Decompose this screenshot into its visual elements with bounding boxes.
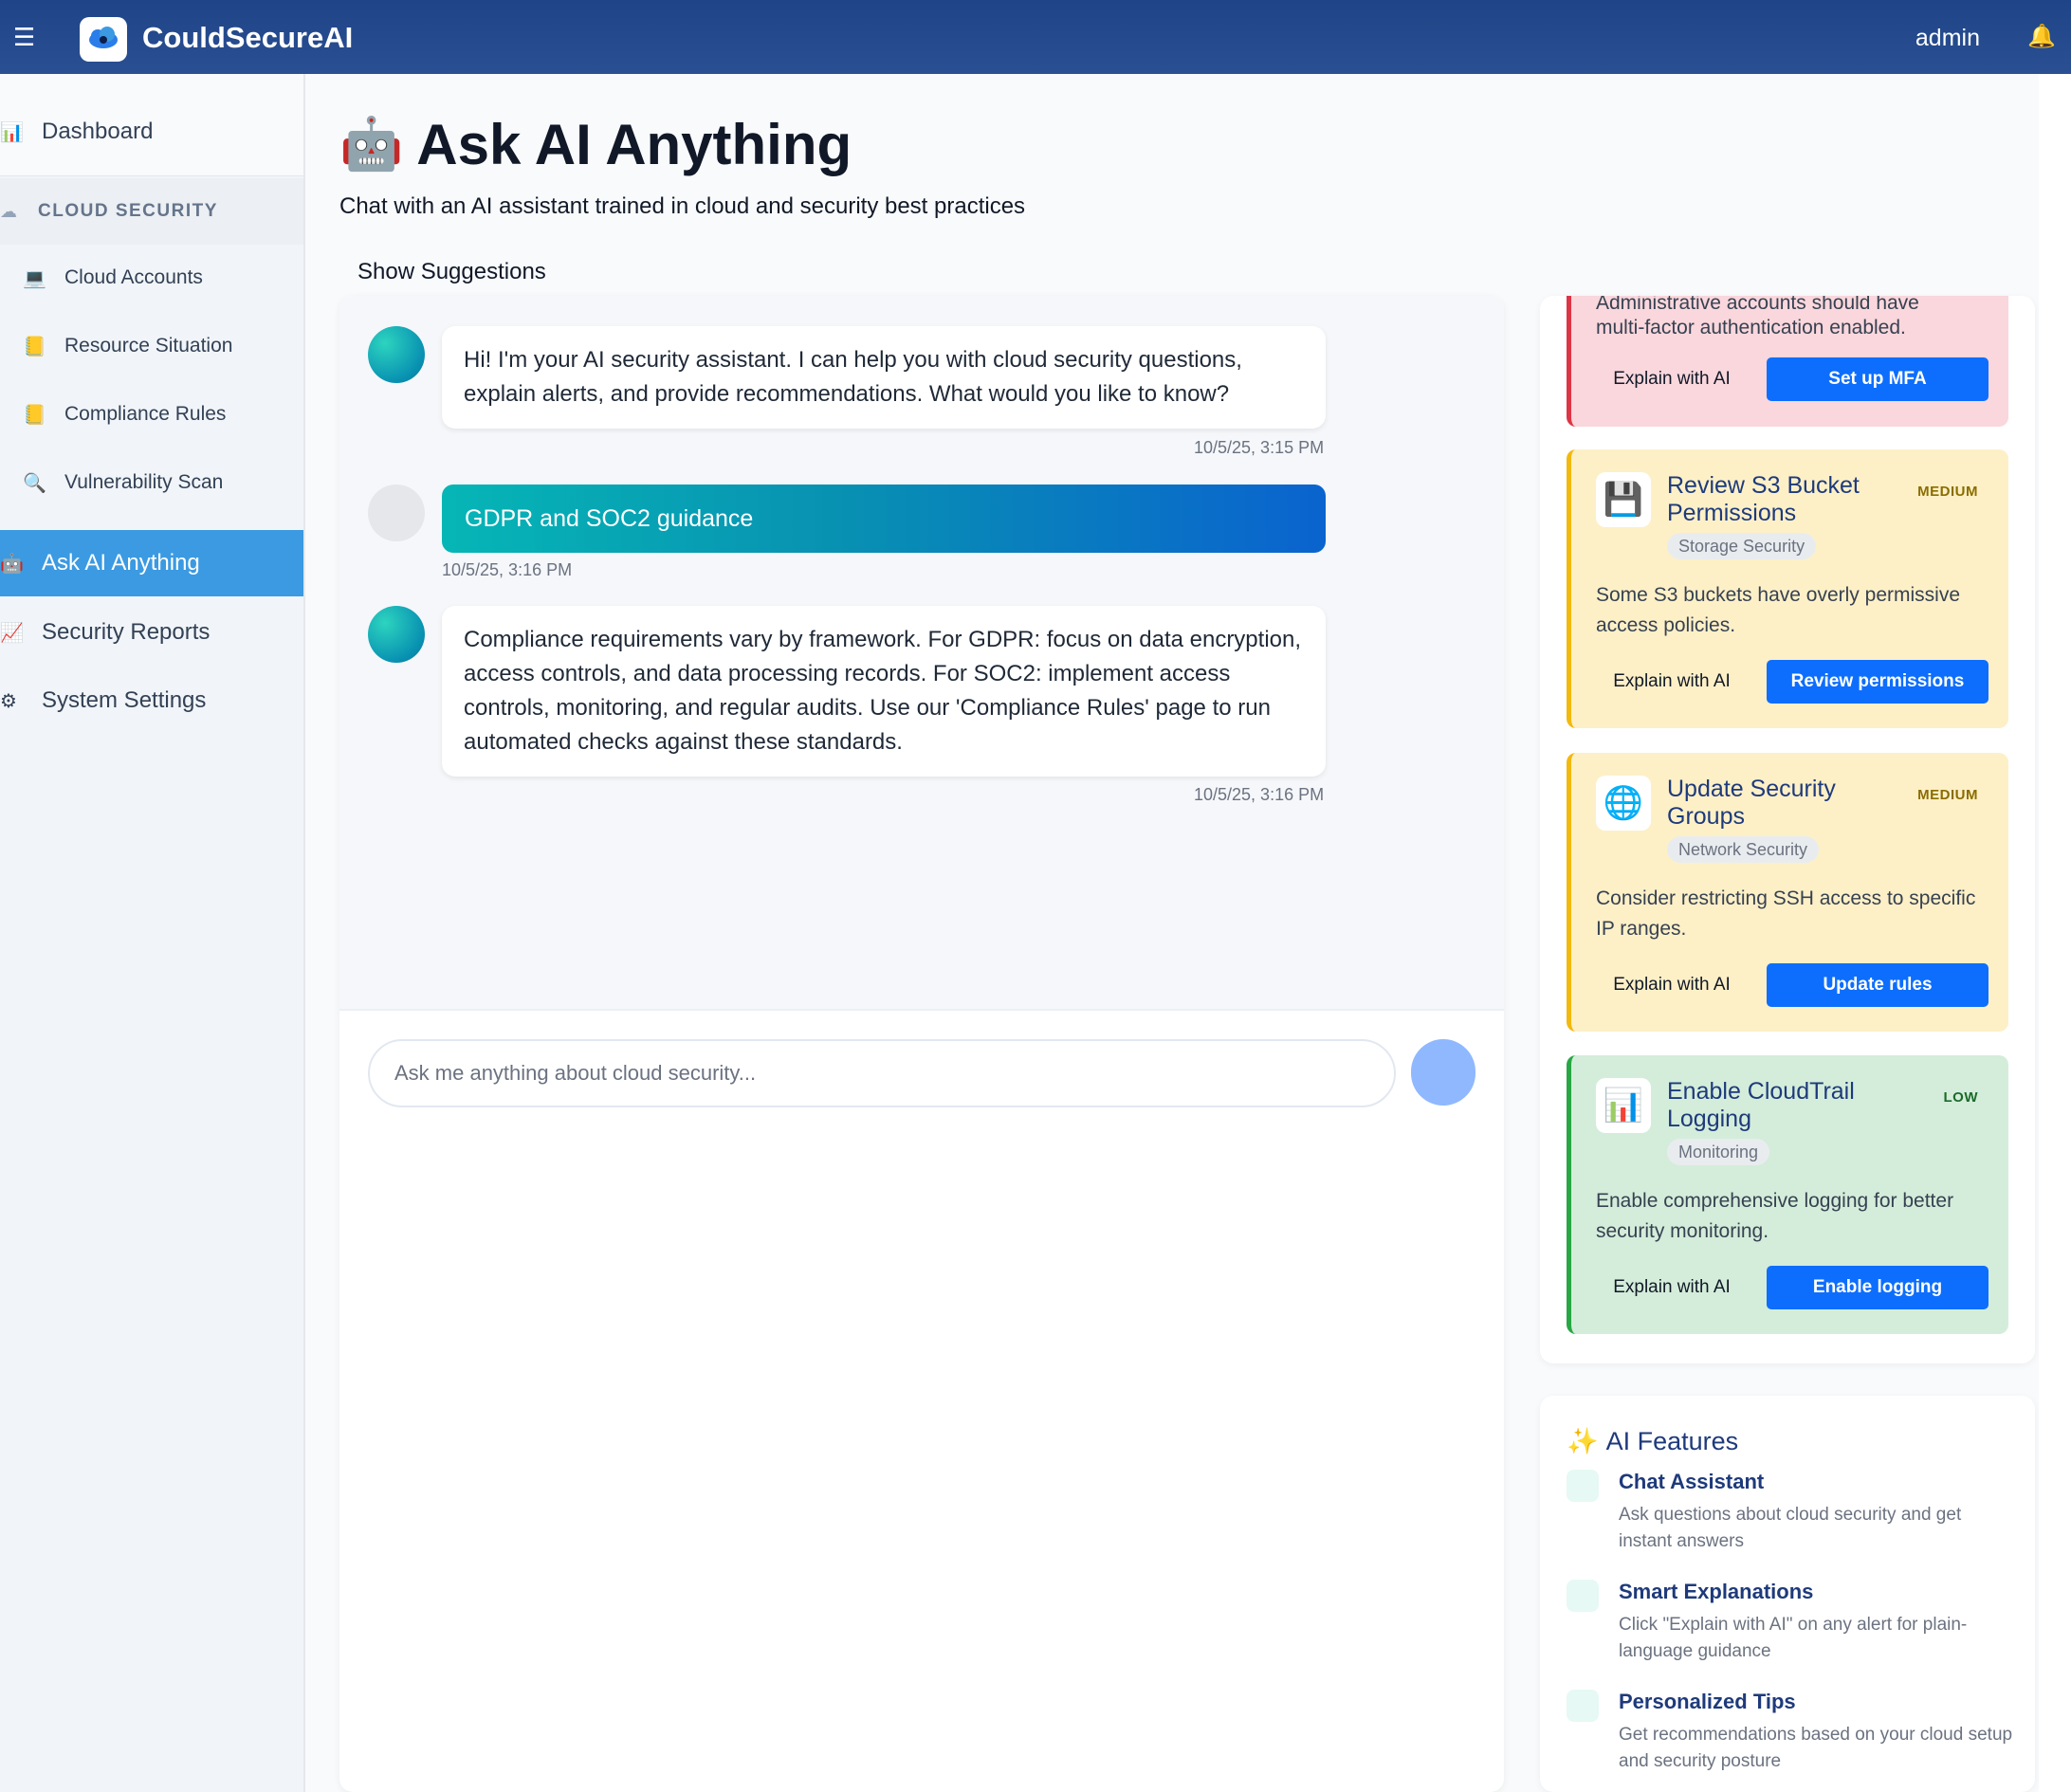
sparkles-icon: ✨ <box>1567 1427 1599 1455</box>
explain-with-ai-button[interactable]: Explain with AI <box>1596 1266 1748 1309</box>
user-avatar <box>368 485 425 541</box>
trend-chart-icon: 📈 <box>0 622 24 644</box>
app-title: CouldSecureAI <box>142 21 354 54</box>
message-timestamp: 10/5/25, 3:16 PM <box>1194 785 1325 804</box>
suggestion-card-s3: 💾 Review S3 Bucket Permissions MEDIUM St… <box>1567 449 2008 728</box>
top-bar: ☰ CouldSecureAI admin 🔔 <box>0 0 2071 74</box>
suggestion-description: Consider restricting SSH access to speci… <box>1596 887 1976 940</box>
sidebar-item-system-settings[interactable]: ⚙ System Settings <box>0 667 303 734</box>
send-button[interactable] <box>1411 1039 1475 1106</box>
feature-icon <box>1567 1470 1599 1502</box>
bar-chart-icon: 📊 <box>1596 1078 1651 1133</box>
cloud-logo-icon <box>89 26 118 48</box>
ai-avatar <box>368 606 425 663</box>
category-tag: Network Security <box>1667 836 1820 863</box>
explain-with-ai-button[interactable]: Explain with AI <box>1596 357 1748 401</box>
sidebar-item-resource-situation[interactable]: 📒 Resource Situation <box>0 313 303 379</box>
chat-messages[interactable]: Hi! I'm your AI security assistant. I ca… <box>339 296 1504 1011</box>
suggestions-panel[interactable]: Administrative accounts should have mult… <box>1540 296 2035 1363</box>
magnifier-icon: 🔍 <box>23 472 46 494</box>
features-heading: ✨ AI Features <box>1567 1427 1739 1455</box>
gear-icon: ⚙ <box>0 690 17 712</box>
sidebar-item-vulnerability-scan[interactable]: 🔍 Vulnerability Scan <box>0 449 303 516</box>
floppy-icon: 💾 <box>1596 472 1651 527</box>
ai-features-panel: ✨ AI Features Chat Assistant Ask question… <box>1540 1396 2035 1792</box>
suggestion-title: Review S3 Bucket Permissions <box>1667 472 1860 526</box>
user-message: GDPR and SOC2 guidance <box>442 485 1326 553</box>
menu-icon[interactable]: ☰ <box>13 21 35 53</box>
robot-icon: 🤖 <box>339 116 404 173</box>
sidebar: 📊 Dashboard ☁ CLOUD SECURITY 💻 Cloud Acc… <box>0 74 305 1792</box>
suggestion-card-cloudtrail: 📊 Enable CloudTrail Logging LOW Monitori… <box>1567 1055 2008 1334</box>
severity-badge: LOW <box>1943 1089 1978 1106</box>
sidebar-item-dashboard[interactable]: 📊 Dashboard <box>0 99 303 165</box>
message-timestamp: 10/5/25, 3:15 PM <box>1194 438 1325 457</box>
update-rules-button[interactable]: Update rules <box>1767 963 1989 1007</box>
chat-panel: Hi! I'm your AI security assistant. I ca… <box>339 296 1504 1792</box>
sidebar-section-cloud-security: ☁ CLOUD SECURITY <box>0 178 303 245</box>
chart-icon: 📊 <box>0 121 24 143</box>
page-subtitle: Chat with an AI assistant trained in clo… <box>339 193 1026 219</box>
page-scrollbar[interactable] <box>2039 74 2071 1792</box>
app-logo <box>80 17 127 62</box>
suggestion-title: Enable CloudTrail Logging <box>1667 1078 1855 1132</box>
severity-badge: MEDIUM <box>1917 484 1978 500</box>
sidebar-item-security-reports[interactable]: 📈 Security Reports <box>0 599 303 666</box>
suggestion-title: Update Security Groups <box>1667 776 1836 830</box>
message-timestamp: 10/5/25, 3:16 PM <box>442 560 573 579</box>
explain-with-ai-button[interactable]: Explain with AI <box>1596 963 1748 1007</box>
set-up-mfa-button[interactable]: Set up MFA <box>1767 357 1989 401</box>
laptop-icon: 💻 <box>23 267 46 289</box>
review-permissions-button[interactable]: Review permissions <box>1767 660 1989 704</box>
sidebar-item-cloud-accounts[interactable]: 💻 Cloud Accounts <box>0 245 303 311</box>
show-suggestions-toggle[interactable]: Show Suggestions <box>357 259 546 285</box>
suggestion-description: multi-factor authentication enabled. <box>1596 317 1906 338</box>
sidebar-item-ask-ai[interactable]: 🤖 Ask AI Anything <box>0 530 303 596</box>
suggestion-card-mfa: Administrative accounts should have mult… <box>1567 296 2008 427</box>
suggestion-description: Enable comprehensive logging for better … <box>1596 1190 1954 1242</box>
page-title: 🤖 Ask AI Anything <box>339 113 852 176</box>
cloud-icon: ☁ <box>0 201 17 221</box>
bell-icon[interactable]: 🔔 <box>2027 23 2056 50</box>
robot-icon: 🤖 <box>0 553 24 575</box>
ai-avatar <box>368 326 425 383</box>
suggestion-description: Some S3 buckets have overly permissive a… <box>1596 584 1960 636</box>
sidebar-item-compliance-rules[interactable]: 📒 Compliance Rules <box>0 381 303 448</box>
enable-logging-button[interactable]: Enable logging <box>1767 1266 1989 1309</box>
suggestion-card-security-groups: 🌐 Update Security Groups MEDIUM Network … <box>1567 753 2008 1032</box>
explain-with-ai-button[interactable]: Explain with AI <box>1596 660 1748 704</box>
feature-icon <box>1567 1690 1599 1722</box>
globe-icon: 🌐 <box>1596 776 1651 831</box>
notepad-icon: 📒 <box>23 336 46 357</box>
ai-message: Hi! I'm your AI security assistant. I ca… <box>442 326 1326 429</box>
chat-input[interactable]: Ask me anything about cloud security... <box>368 1039 1396 1107</box>
notepad-icon: 📒 <box>23 404 46 426</box>
severity-badge: MEDIUM <box>1917 787 1978 803</box>
category-tag: Monitoring <box>1667 1139 1770 1165</box>
user-name[interactable]: admin <box>1915 25 1980 52</box>
ai-message: Compliance requirements vary by framewor… <box>442 606 1326 777</box>
feature-icon <box>1567 1580 1599 1612</box>
category-tag: Storage Security <box>1667 533 1817 559</box>
